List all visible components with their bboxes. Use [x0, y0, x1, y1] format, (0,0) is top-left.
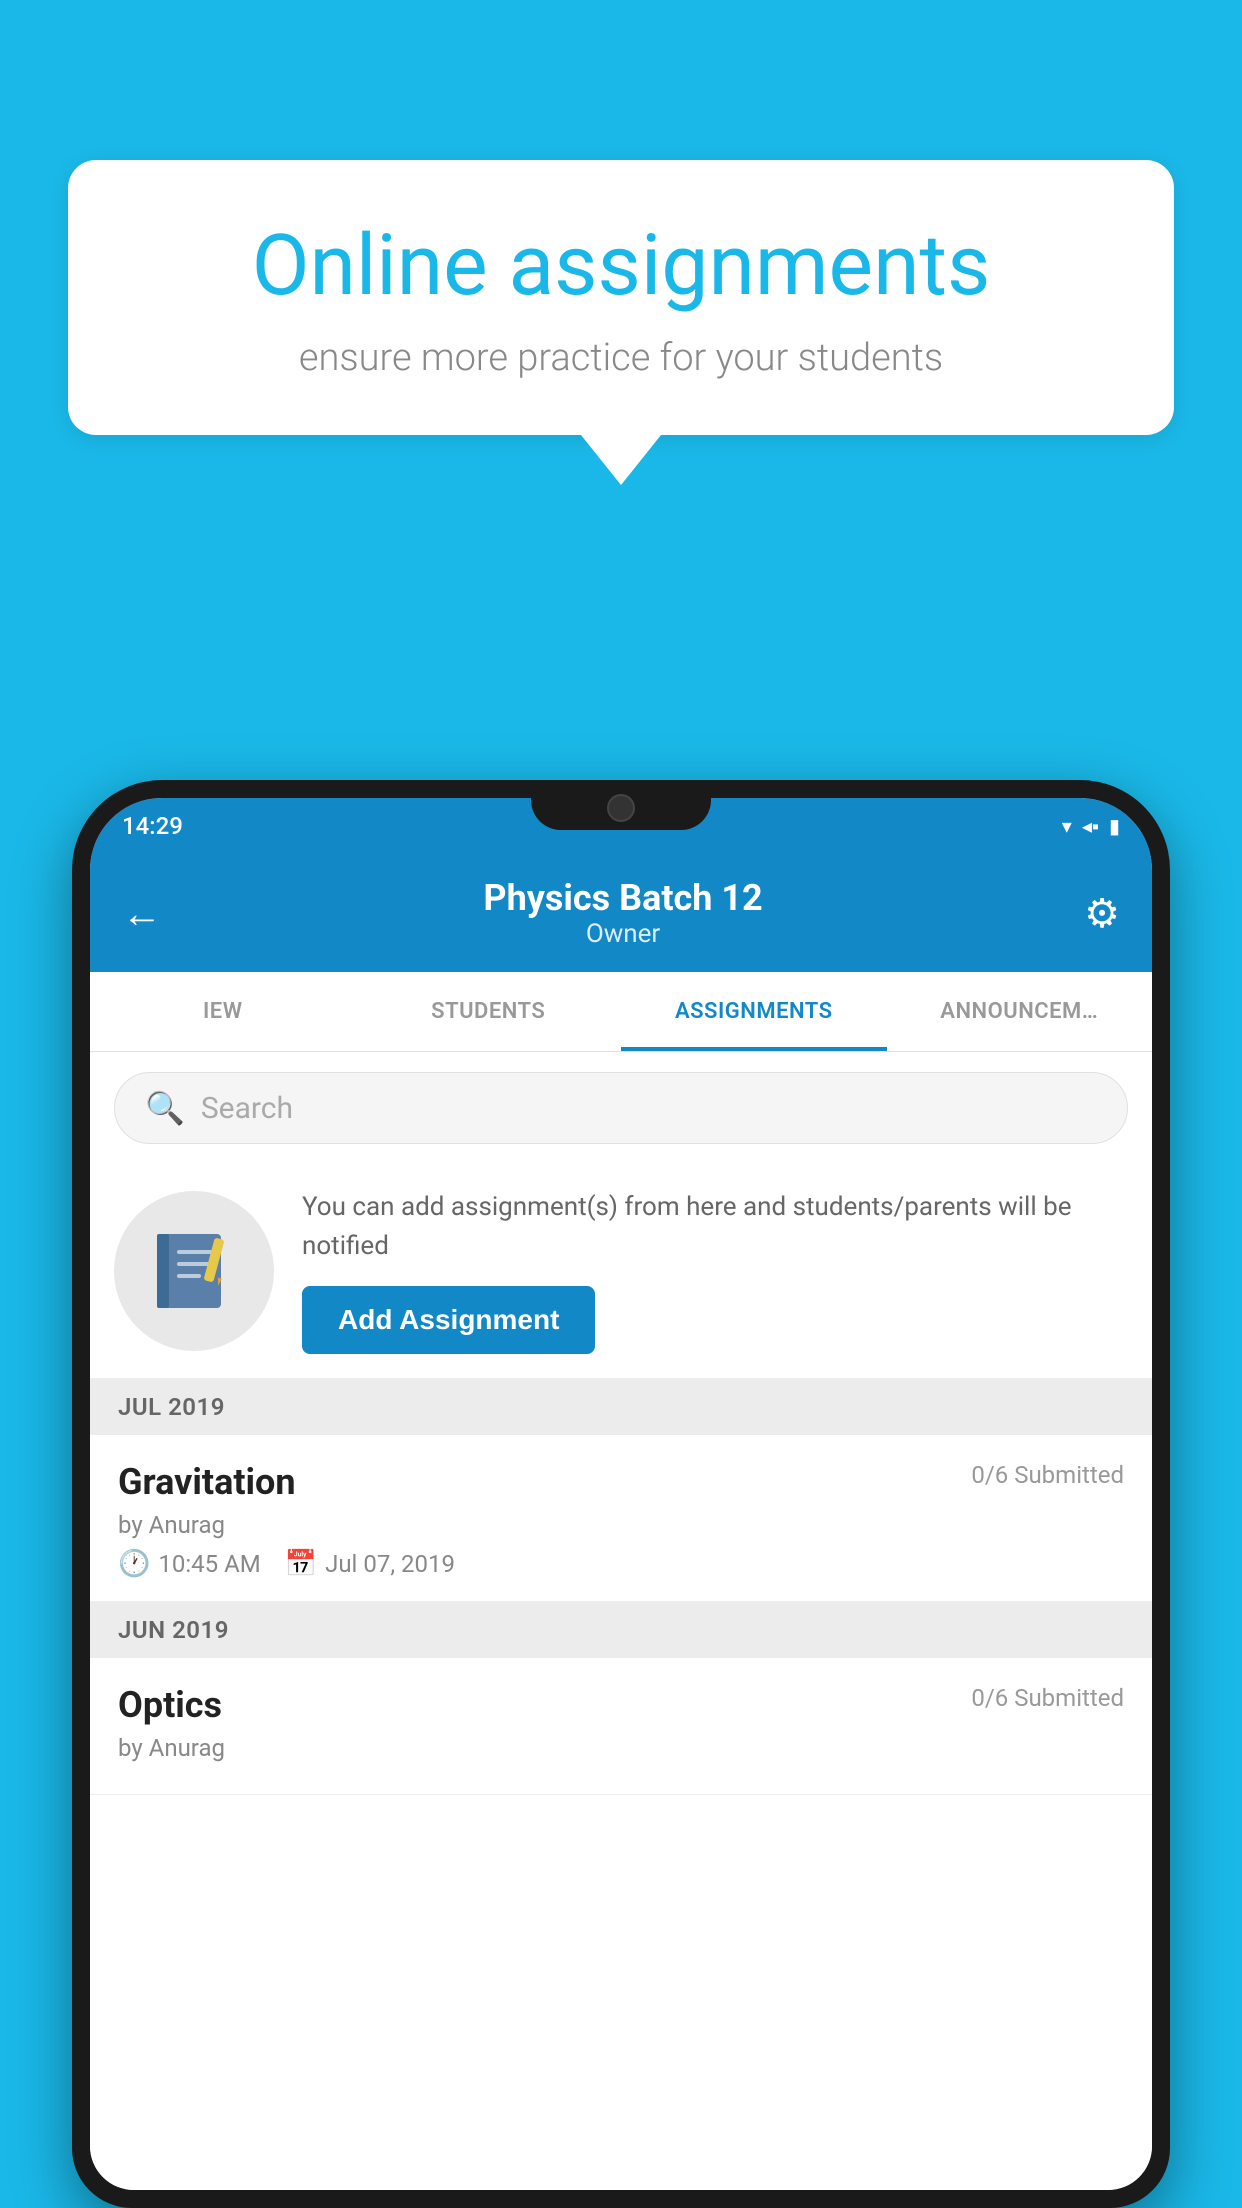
tabs-bar: IEW STUDENTS ASSIGNMENTS ANNOUNCEM… [90, 972, 1152, 1052]
tab-assignments[interactable]: ASSIGNMENTS [621, 972, 887, 1051]
back-button[interactable]: ← [122, 890, 162, 937]
tab-announcements[interactable]: ANNOUNCEM… [887, 972, 1153, 1051]
phone-frame: 14:29 ▾ ◂▪ ▮ ← Physics Batch 12 Owner ⚙ … [72, 780, 1170, 2208]
assignment-submitted-optics: 0/6 Submitted [971, 1684, 1124, 1712]
speech-bubble-container: Online assignments ensure more practice … [68, 160, 1174, 485]
wifi-icon: ▾ [1062, 814, 1072, 838]
clock-icon: 🕐 [118, 1549, 150, 1579]
assignment-date-gravitation: Jul 07, 2019 [325, 1550, 455, 1578]
notebook-icon [149, 1226, 239, 1316]
batch-subtitle: Owner [483, 919, 762, 949]
assignment-by-gravitation: by Anurag [118, 1511, 1124, 1539]
time-item-gravitation: 🕐 10:45 AM [118, 1549, 261, 1579]
phone-notch [531, 780, 711, 830]
battery-icon: ▮ [1109, 814, 1120, 838]
tab-iew[interactable]: IEW [90, 972, 356, 1051]
calendar-icon: 📅 [285, 1549, 317, 1579]
assignment-row1: Gravitation 0/6 Submitted [118, 1461, 1124, 1503]
assignment-item-optics[interactable]: Optics 0/6 Submitted by Anurag [90, 1658, 1152, 1795]
app-header: ← Physics Batch 12 Owner ⚙ [90, 854, 1152, 972]
add-assignment-button[interactable]: Add Assignment [302, 1286, 595, 1354]
assignment-by-optics: by Anurag [118, 1734, 1124, 1762]
signal-icon: ◂▪ [1082, 814, 1099, 839]
settings-icon[interactable]: ⚙ [1084, 890, 1120, 937]
bubble-arrow [581, 435, 661, 485]
search-icon: 🔍 [145, 1089, 185, 1127]
search-bar[interactable]: 🔍 Search [114, 1072, 1128, 1144]
date-item-gravitation: 📅 Jul 07, 2019 [285, 1549, 455, 1579]
section-jul-2019: JUL 2019 [90, 1379, 1152, 1435]
assignment-row1-optics: Optics 0/6 Submitted [118, 1684, 1124, 1726]
batch-title: Physics Batch 12 [483, 877, 762, 919]
promo-icon-circle [114, 1191, 274, 1351]
assignment-datetime-gravitation: 🕐 10:45 AM 📅 Jul 07, 2019 [118, 1549, 1124, 1579]
assignment-title-gravitation: Gravitation [118, 1461, 296, 1503]
section-jun-2019: JUN 2019 [90, 1602, 1152, 1658]
screen-content: 🔍 Search [90, 1052, 1152, 2190]
header-title-block: Physics Batch 12 Owner [483, 877, 762, 949]
speech-bubble: Online assignments ensure more practice … [68, 160, 1174, 435]
promo-text-block: You can add assignment(s) from here and … [302, 1188, 1128, 1354]
status-icons: ▾ ◂▪ ▮ [1062, 814, 1120, 839]
phone-camera [607, 794, 635, 822]
assignment-time-gravitation: 10:45 AM [158, 1550, 260, 1578]
assignment-item-gravitation[interactable]: Gravitation 0/6 Submitted by Anurag 🕐 10… [90, 1435, 1152, 1602]
promo-description: You can add assignment(s) from here and … [302, 1188, 1128, 1266]
bubble-subtitle: ensure more practice for your students [138, 336, 1104, 380]
status-time: 14:29 [122, 812, 183, 840]
bubble-title: Online assignments [138, 220, 1104, 312]
tab-students[interactable]: STUDENTS [356, 972, 622, 1051]
assignment-title-optics: Optics [118, 1684, 222, 1726]
add-assignment-promo: You can add assignment(s) from here and … [90, 1164, 1152, 1379]
search-placeholder: Search [201, 1091, 293, 1126]
assignment-submitted-gravitation: 0/6 Submitted [971, 1461, 1124, 1489]
phone-screen: 14:29 ▾ ◂▪ ▮ ← Physics Batch 12 Owner ⚙ … [90, 798, 1152, 2190]
